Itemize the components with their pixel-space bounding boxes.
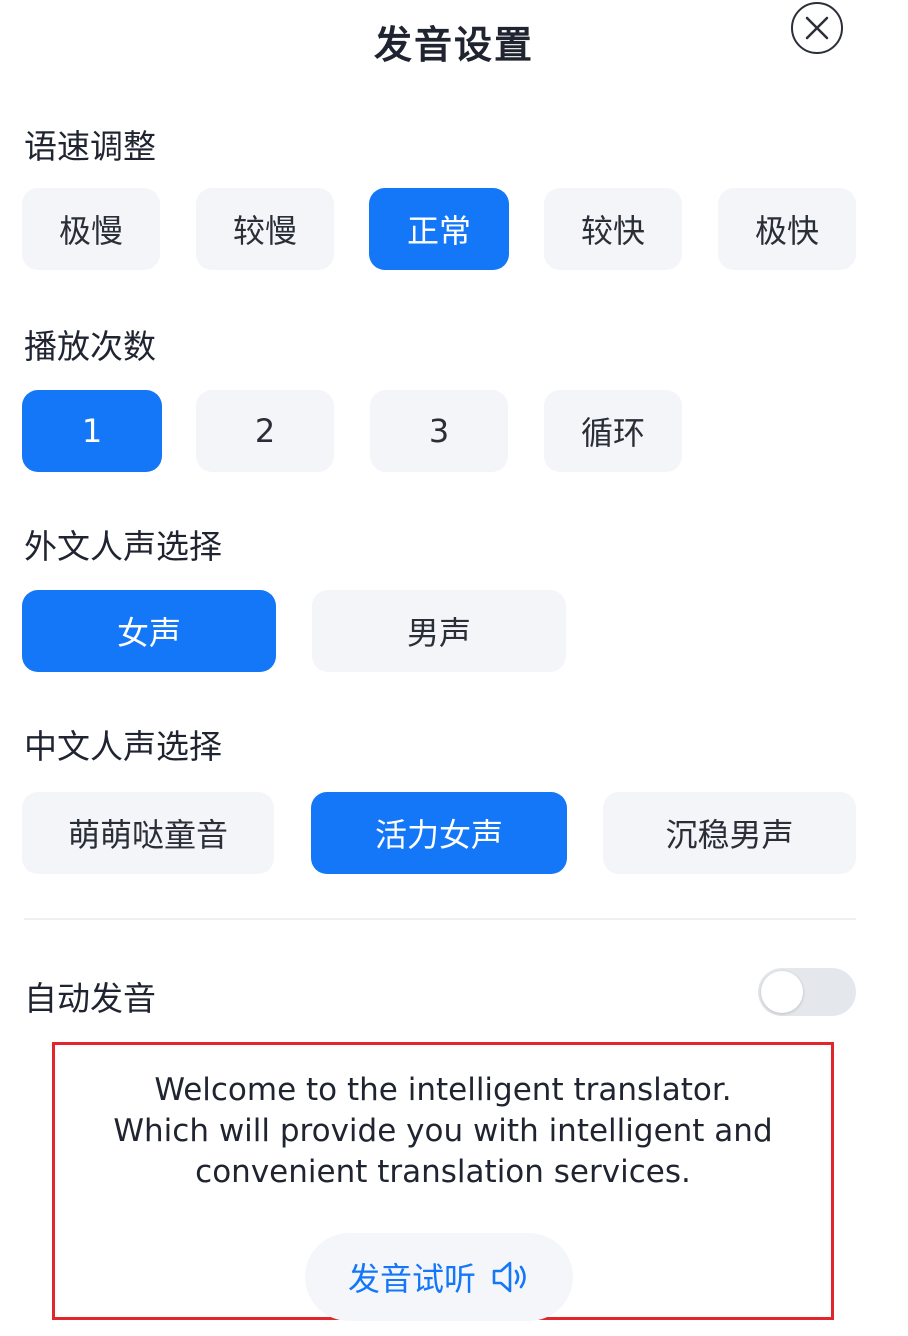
chinese-voice-option-child[interactable]: 萌萌哒童音 [22,792,274,874]
demo-text-line: convenient translation services. [195,1154,691,1190]
speaker-icon [490,1259,530,1295]
repeat-option-2[interactable]: 2 [196,390,334,472]
speed-option-normal[interactable]: 正常 [369,188,509,270]
foreign-voice-option-male[interactable]: 男声 [312,590,566,672]
speed-option-fast[interactable]: 较快 [544,188,682,270]
speed-option-slow[interactable]: 较慢 [196,188,334,270]
auto-play-toggle[interactable] [758,968,856,1016]
close-icon [805,16,829,40]
repeat-option-3[interactable]: 3 [370,390,508,472]
repeat-section-label: 播放次数 [24,327,156,366]
repeat-option-loop[interactable]: 循环 [544,390,682,472]
chinese-voice-option-steady-male[interactable]: 沉稳男声 [603,792,856,874]
chinese-voice-section-label: 中文人声选择 [24,727,222,766]
repeat-option-1[interactable]: 1 [22,390,162,472]
section-divider [24,918,856,920]
speed-option-very-fast[interactable]: 极快 [718,188,856,270]
demo-text: Welcome to the intelligent translator. W… [52,1070,834,1193]
demo-text-line: Which will provide you with intelligent … [113,1113,773,1149]
speed-option-very-slow[interactable]: 极慢 [22,188,160,270]
auto-play-label: 自动发音 [24,979,156,1018]
chinese-voice-option-lively-female[interactable]: 活力女声 [311,792,567,874]
demo-text-line: Welcome to the intelligent translator. [154,1072,732,1108]
pronunciation-preview-button[interactable]: 发音试听 [305,1233,573,1321]
foreign-voice-option-female[interactable]: 女声 [22,590,276,672]
speed-section-label: 语速调整 [24,127,156,166]
preview-button-label: 发音试听 [347,1260,476,1298]
close-button[interactable] [791,2,843,54]
foreign-voice-section-label: 外文人声选择 [24,527,222,566]
toggle-knob [761,971,803,1013]
page-title: 发音设置 [373,23,534,67]
